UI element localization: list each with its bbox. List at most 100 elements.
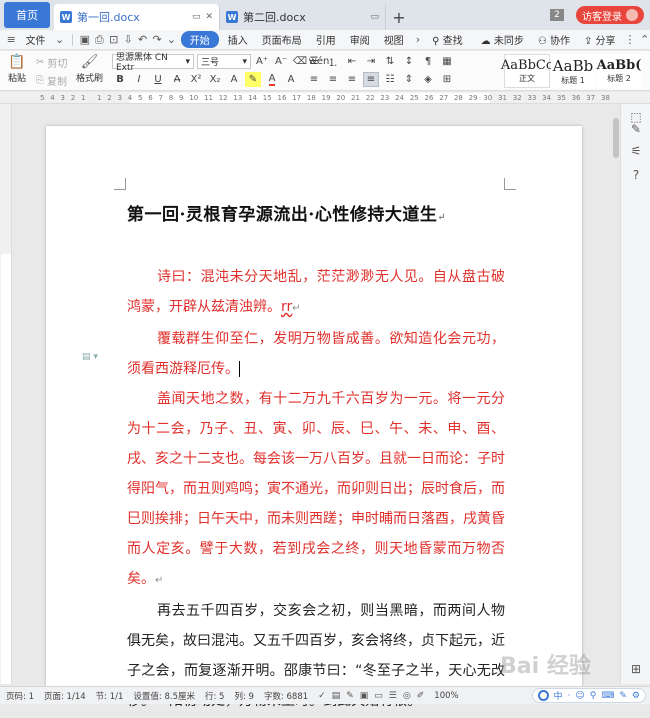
horizontal-ruler[interactable]: 5 4 3 2 1 1 2 3 4 5 6 7 8 9 10 11 12 13 14 15 16 17 18 19 20 21 22… [0,92,650,104]
menu-layout[interactable]: 页面布局 [257,32,307,47]
paragraph-handle-icon[interactable]: ▤ ▾ [82,352,98,362]
full-screen-icon[interactable]: ▭ [374,691,383,701]
scrollbar-thumb[interactable] [613,118,619,158]
status-pages[interactable]: 页面: 1/14 [44,690,86,702]
more-menu-icon[interactable]: › [413,33,423,46]
font-color-button[interactable]: A [264,72,280,87]
format-painter-button[interactable]: 🖌 格式刷 [76,53,103,84]
show-marks-icon[interactable]: ¶ [420,54,436,69]
ime-toolbar[interactable]: 中 · ☺ ⚲ ⌨ ✎ ⚙ [531,688,646,703]
edit-mode-icon[interactable]: ✎ [346,691,354,701]
bold-button[interactable]: B [112,72,128,87]
ime-keyboard-icon[interactable]: ⌨ [601,691,614,701]
status-section[interactable]: 节: 1/1 [96,690,124,702]
zoom-level[interactable]: 100% [434,691,458,701]
collab-button[interactable]: ⚇ 协作 [533,32,575,47]
numbered-list-icon[interactable]: ⒈ [325,54,341,69]
border-icon[interactable]: ⊞ [439,72,455,87]
save-icon[interactable]: ▣ [80,33,90,46]
document-title[interactable]: 第一回·灵根育孕源流出·心性修持大道生↵ [127,200,446,225]
grow-font-icon[interactable]: A⁺ [254,54,270,69]
status-col[interactable]: 列: 9 [234,690,253,702]
sort-icon[interactable]: ↕ [401,54,417,69]
ime-emoji-icon[interactable]: ☺ [575,691,584,701]
paste-button[interactable]: 📋 粘贴 [8,53,26,84]
vertical-ruler[interactable] [0,104,12,684]
home-tab[interactable]: 首页 [4,2,50,28]
new-tab-button[interactable]: + [386,4,412,30]
increase-indent-icon[interactable]: ⇥ [363,54,379,69]
superscript-button[interactable]: X² [188,72,204,87]
paragraph[interactable]: 诗曰：混沌未分天地乱，茫茫渺渺无人见。自从盘古破鸿蒙，开辟从兹清浊辨。rr↵ [127,262,505,324]
ime-punctuation[interactable]: · [568,691,571,701]
style-normal[interactable]: AaBbCc 正文 [501,54,553,88]
tab-doc1[interactable]: W 第一回.docx ▭ ✕ [54,4,220,30]
hamburger-icon[interactable]: ≡ [6,33,16,46]
style-heading2[interactable]: AaBb( 标题 2 [596,54,642,88]
style-heading1[interactable]: AaBb 标题 1 [551,54,595,88]
status-setting[interactable]: 设置值: 8.5厘米 [133,690,195,702]
close-icon[interactable]: ✕ [205,12,213,22]
edit-pen-icon[interactable]: ✎ [629,122,643,136]
document-page[interactable]: 第一回·灵根育孕源流出·心性修持大道生↵ 诗曰：混沌未分天地乱，茫茫渺渺无人见。… [46,126,582,709]
font-size-select[interactable]: 三号 ▾ [197,54,251,69]
char-effects-button[interactable]: A [226,72,242,87]
tab-doc2[interactable]: W 第二回.docx ▭ [220,4,386,30]
font-name-select[interactable]: 思源黑体 CN Extr ▾ [112,53,194,73]
paragraph[interactable]: 盖闻天地之数，有十二万九千六百岁为一元。将一元分为十二会，乃子、丑、寅、卯、辰、… [127,384,505,596]
strikethrough-button[interactable]: A̶ [169,72,185,87]
chinese-layout-icon[interactable]: ⇅ [382,54,398,69]
ime-chinese-mode[interactable]: 中 [554,689,563,702]
window-count-badge[interactable]: 2 [550,9,564,21]
align-left-icon[interactable]: ≡ [306,72,322,87]
web-view-icon[interactable]: ◎ [403,691,411,701]
underline-button[interactable]: U [150,72,166,87]
shading-icon[interactable]: ◈ [420,72,436,87]
copy-button[interactable]: ⎘ 复制 [36,73,67,88]
guest-login-button[interactable]: 访客登录 [576,6,644,24]
status-row[interactable]: 行: 5 [205,690,224,702]
menu-start[interactable]: 开始 [180,31,219,48]
more-icon[interactable]: ⋮ [625,33,636,46]
outline-view-icon[interactable]: ☰ [389,691,397,701]
highlight-button[interactable]: ✎ [245,72,261,87]
char-shading-button[interactable]: A [283,72,299,87]
distribute-icon[interactable]: ☷ [382,72,398,87]
borders-icon[interactable]: ▦ [439,54,455,69]
doc-check-icon[interactable]: ▤ [332,691,341,701]
help-icon[interactable]: ? [629,168,643,182]
menu-insert[interactable]: 插入 [223,32,253,47]
spellcheck-icon[interactable]: ✓ [318,691,326,701]
status-page-num[interactable]: 页码: 1 [6,690,34,702]
print-preview-icon[interactable]: ⊡ [109,33,119,46]
paragraph[interactable]: 覆载群生仰至仁，发明万物皆成善。欲知造化会元功，须看西游释厄传。 [127,324,505,384]
status-words[interactable]: 字数: 6881 [264,690,308,702]
ime-handwriting-icon[interactable]: ✎ [619,691,627,701]
ime-voice-icon[interactable]: ⚲ [590,691,597,701]
print-icon[interactable]: ⎙ [94,33,104,47]
undo-icon[interactable]: ↶ [137,33,147,46]
subscript-button[interactable]: X₂ [207,72,223,87]
decrease-indent-icon[interactable]: ⇤ [344,54,360,69]
menu-view[interactable]: 视图 [379,32,409,47]
justify-icon[interactable]: ≡ [363,72,379,87]
settings-sliders-icon[interactable]: ⚟ [629,144,643,158]
bullet-list-icon[interactable]: ☰ [306,54,322,69]
align-right-icon[interactable]: ≡ [344,72,360,87]
chevron-down-icon[interactable]: ⌄ [166,33,176,46]
chevron-down-icon[interactable]: ⌄ [54,33,64,46]
line-spacing-icon[interactable]: ⇕ [401,72,417,87]
document-body[interactable]: 诗曰：混沌未分天地乱，茫茫渺渺无人见。自从盘古破鸿蒙，开辟从兹清浊辨。rr↵ 覆… [127,262,505,718]
italic-button[interactable]: I [131,72,147,87]
menu-file[interactable]: 文件 [20,32,50,47]
cut-button[interactable]: ✂ 剪切 [36,55,67,70]
search-button[interactable]: ⚲ 查找 [427,32,468,47]
redo-icon[interactable]: ↷ [152,33,162,46]
align-center-icon[interactable]: ≡ [325,72,341,87]
menu-review[interactable]: 审阅 [345,32,375,47]
ime-settings-icon[interactable]: ⚙ [632,691,640,701]
export-pdf-icon[interactable]: ⇩ [123,33,133,46]
shrink-font-icon[interactable]: A⁻ [273,54,289,69]
sync-button[interactable]: ☁ 未同步 [476,32,529,47]
vertical-scrollbar[interactable] [612,104,620,684]
